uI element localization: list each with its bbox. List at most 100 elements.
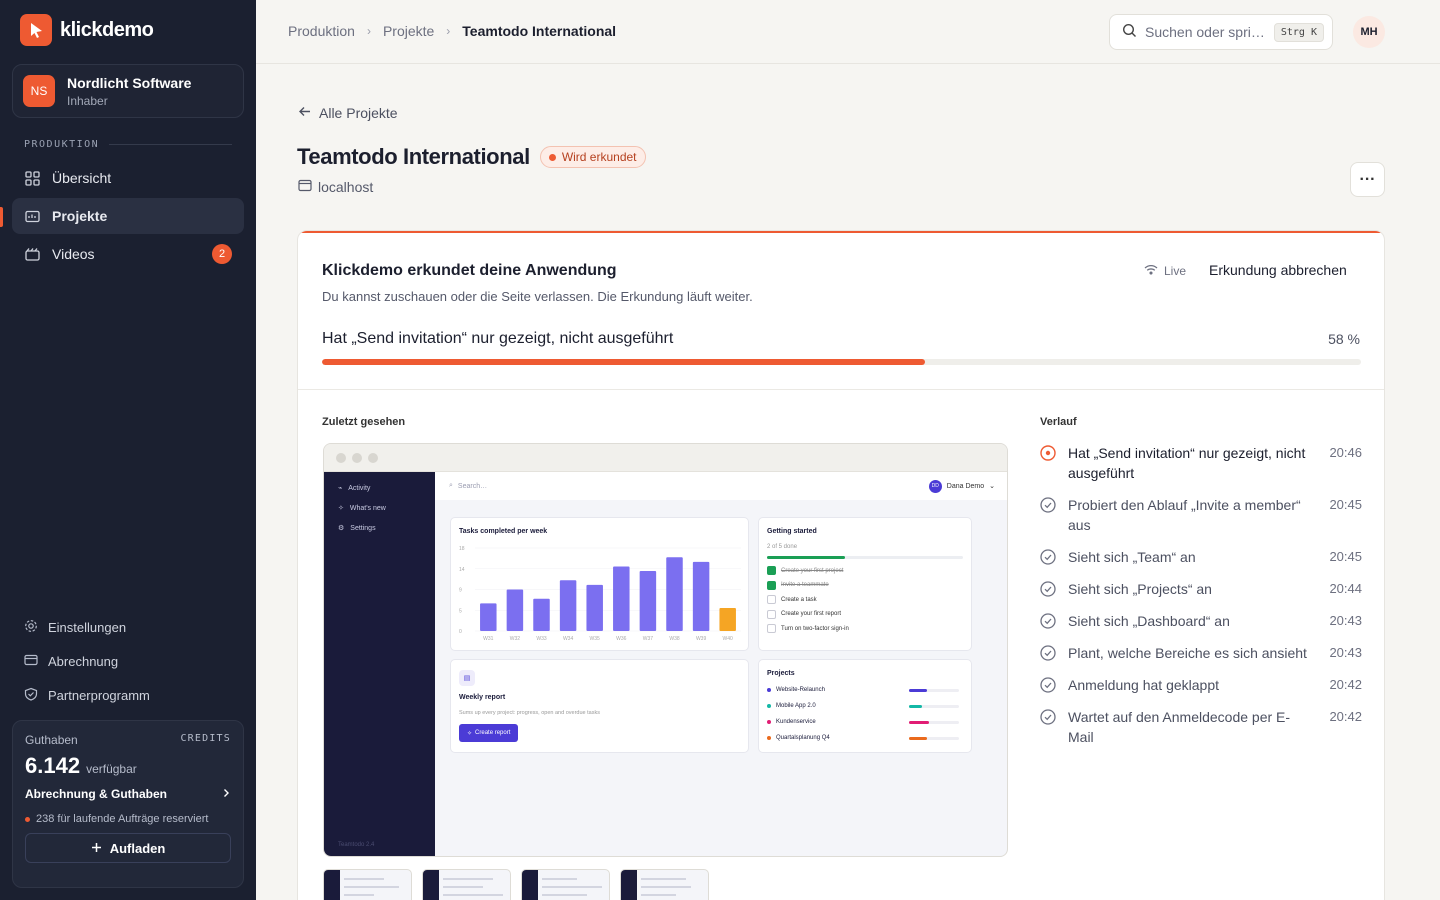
org-avatar: NS	[23, 75, 55, 107]
credits-tag: CREDITS	[180, 733, 231, 744]
credits-label: Guthaben	[25, 733, 78, 747]
progress-bar	[322, 359, 1361, 365]
folder-icon	[24, 208, 40, 224]
videos-count-badge: 2	[212, 244, 232, 264]
check-circle-icon	[1040, 677, 1056, 693]
history-text: Probiert den Ablauf „Invite a member“ au…	[1068, 497, 1301, 533]
tasks-panel: Tasks completed per week 0 5 9 14 18 W31 W32 W3…	[450, 517, 749, 651]
project-dot-icon	[767, 704, 771, 708]
history-text: Wartet auf den Anmeldecode per E-Mail	[1068, 709, 1291, 745]
window-dot-icon	[336, 452, 346, 463]
card-icon	[24, 653, 38, 670]
card-divider	[298, 389, 1384, 390]
project-item: Mobile App 2.0	[767, 703, 961, 709]
billing-credits-link[interactable]: Abrechnung & Guthaben	[25, 787, 231, 801]
preview-nav-label: Settings	[350, 524, 376, 532]
history-item: Sieht sich „Team“ an 20:45	[1040, 547, 1362, 567]
breadcrumb-projects[interactable]: Projekte	[383, 23, 434, 39]
status-label: Wird erkundet	[561, 150, 637, 164]
thumbnail[interactable]	[620, 869, 709, 900]
brand[interactable]: klickdemo	[20, 14, 154, 46]
exploration-card: Klickdemo erkundet deine Anwendung Du ka…	[297, 230, 1385, 900]
weekly-report-desc: Sums up every project: progress, open an…	[459, 710, 600, 716]
progress-percent: 58 %	[1328, 331, 1360, 347]
window-dot-icon	[368, 452, 378, 463]
title-row: Teamtodo International Wird erkundet	[297, 144, 646, 170]
arrow-left-icon	[298, 105, 311, 121]
thumbnail[interactable]	[521, 869, 610, 900]
chevron-right-icon: ›	[366, 24, 371, 38]
exploration-title: Klickdemo erkundet deine Anwendung	[322, 262, 617, 279]
thumbnail[interactable]	[323, 869, 412, 900]
browser-bar	[324, 444, 1007, 472]
topup-button[interactable]: Aufladen	[25, 833, 231, 863]
chart-bar	[559, 580, 577, 631]
sidebar-item-label: Videos	[52, 246, 95, 262]
getting-started-item: Invite a teammate	[767, 580, 829, 590]
billing-label: Abrechnung	[48, 654, 119, 669]
project-dot-icon	[767, 720, 771, 724]
breadcrumb-production[interactable]: Produktion	[288, 23, 355, 39]
getting-started-panel: Getting started 2 of 5 done Create your …	[758, 517, 972, 651]
project-dot-icon	[767, 688, 771, 692]
tasks-chart: 0 5 9 14 18 W31 W32 W33 W34 W35 W36 W37 W38 W39 W40	[459, 546, 741, 642]
chart-xtick: W38	[669, 636, 680, 642]
checked-box-icon	[767, 580, 776, 590]
reserved-note-text: 238 für laufende Aufträge reserviert	[36, 813, 209, 825]
plus-icon	[91, 841, 102, 856]
preview-version: Teamtodo 2.4	[338, 842, 375, 848]
page-title: Teamtodo International	[297, 144, 530, 169]
chart-bar	[719, 607, 736, 631]
breadcrumb-current: Teamtodo International	[462, 23, 617, 39]
chart-ytick: 9	[459, 588, 462, 594]
document-icon: ▤	[459, 670, 475, 686]
host: localhost	[298, 179, 373, 195]
film-icon	[24, 246, 40, 262]
partner-link[interactable]: Partnerprogramm	[24, 687, 150, 704]
billing-link[interactable]: Abrechnung	[24, 653, 118, 670]
more-options-button[interactable]: ···	[1350, 162, 1385, 197]
chart-xtick: W36	[616, 636, 627, 642]
sidebar-item-projects[interactable]: Projekte	[12, 198, 244, 234]
settings-label: Einstellungen	[48, 620, 127, 635]
chart-xtick: W32	[510, 636, 521, 642]
project-name: Mobile App 2.0	[776, 703, 816, 709]
browser-window-icon	[298, 179, 312, 195]
getting-started-item: Create your first report	[767, 609, 841, 619]
abort-exploration-button[interactable]: Erkundung abbrechen	[1209, 262, 1347, 278]
weekly-report-panel: ▤ Weekly report Sums up every project: p…	[450, 659, 749, 753]
history-time: 20:46	[1329, 445, 1362, 460]
history-item: Sieht sich „Projects“ an 20:44	[1040, 579, 1362, 599]
projects-title: Projects	[767, 670, 795, 677]
org-name: Nordlicht Software	[67, 74, 192, 91]
chevron-right-icon: ›	[446, 24, 451, 38]
preview-sidebar: ⌁ Activity ✧ What's new ⚙ Settings Teamtodo…	[324, 472, 435, 856]
getting-started-item-label: Invite a teammate	[781, 582, 829, 588]
history-time: 20:43	[1329, 613, 1362, 628]
user-avatar[interactable]: MH	[1353, 16, 1385, 48]
latest-screenshot[interactable]: ⌁ Activity ✧ What's new ⚙ Settings Teamtodo…	[323, 443, 1008, 857]
project-progress	[909, 736, 959, 740]
preview-main: ⌕ Search… DD Dana Demo ⌄ Tasks completed…	[435, 472, 1007, 856]
back-link[interactable]: Alle Projekte	[298, 105, 398, 121]
getting-started-progress-fill	[767, 556, 846, 559]
getting-started-progress	[767, 556, 963, 559]
thumbnail[interactable]	[422, 869, 511, 900]
sidebar-item-videos[interactable]: Videos 2	[12, 236, 244, 272]
settings-link[interactable]: Einstellungen	[24, 619, 126, 636]
sidebar-item-overview[interactable]: Übersicht	[12, 160, 244, 196]
window-dot-icon	[352, 452, 362, 463]
status-dot-icon	[548, 153, 556, 161]
sidebar: klickdemo NS Nordlicht Software Inhaber …	[0, 0, 256, 900]
chart-ytick: 0	[459, 629, 462, 635]
org-switcher[interactable]: NS Nordlicht Software Inhaber	[12, 64, 244, 118]
preview-nav-item: ✧ What's new	[338, 504, 386, 513]
preview-nav-item: ⌁ Activity	[338, 484, 370, 493]
getting-started-title: Getting started	[767, 528, 817, 535]
history-text: Sieht sich „Team“ an	[1068, 549, 1196, 565]
search-input[interactable]: Suchen oder spri… Strg K	[1109, 14, 1333, 50]
sidebar-item-label: Projekte	[52, 208, 108, 224]
chart-xtick: W31	[483, 636, 494, 642]
active-marker	[0, 207, 3, 227]
preview-header: ⌕ Search… DD Dana Demo ⌄	[435, 472, 1007, 500]
